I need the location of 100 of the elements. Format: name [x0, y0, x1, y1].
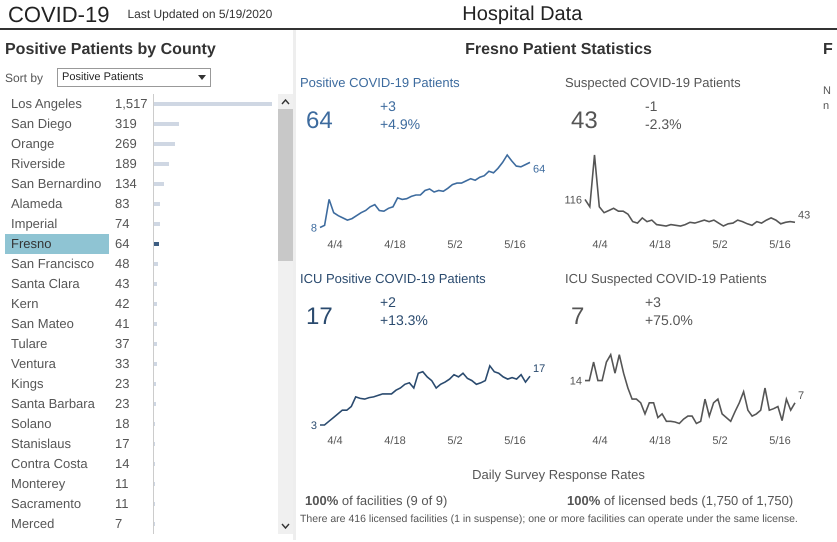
axis-tick-label: 4/4 — [326, 434, 344, 448]
scrollbar-thumb[interactable] — [278, 109, 293, 261]
panel-title: Positive Patients by County — [5, 40, 217, 60]
metric-value: 43 — [570, 106, 599, 136]
county-count: 11 — [114, 475, 130, 494]
axis-tick-label: 4/4 — [326, 238, 344, 252]
start-value-label: 8 — [310, 222, 317, 234]
county-name[interactable]: Tulare — [5, 334, 109, 354]
footnote-text: There are 416 licensed facilities (1 in suspense); one or more facilities can operate under the same license. — [300, 512, 799, 527]
axis-tick-label: 5/16 — [503, 238, 527, 252]
county-count: 18 — [114, 415, 130, 434]
county-name[interactable]: Merced — [5, 514, 109, 534]
response-rate-text: 100% of licensed beds (1,750 of 1,750) — [567, 492, 794, 510]
end-value-label: 43 — [798, 208, 810, 221]
panel-title: F — [823, 40, 834, 60]
caret-icon — [198, 75, 206, 80]
change-percent: -2.3% — [645, 114, 682, 132]
scrollbar[interactable] — [278, 94, 293, 534]
county-name[interactable]: Imperial — [5, 214, 109, 234]
county-count: 37 — [114, 335, 130, 354]
axis-tick-label: 4/18 — [383, 238, 407, 252]
county-name[interactable]: Orange — [5, 134, 109, 154]
county-name[interactable]: Santa Barbara — [5, 394, 109, 414]
county-count: 14 — [114, 455, 130, 474]
county-name[interactable]: Fresno — [5, 234, 109, 254]
county-name[interactable]: Monterey — [5, 474, 109, 494]
county-name[interactable]: Riverside — [5, 154, 109, 174]
county-name[interactable]: San Diego — [5, 114, 109, 134]
county-name[interactable]: Los Angeles — [5, 94, 109, 114]
county-count: 33 — [114, 355, 130, 374]
county-count: 7 — [114, 515, 124, 534]
change-percent: +75.0% — [645, 310, 693, 328]
axis-tick-label: 4/4 — [591, 434, 609, 448]
county-count: 23 — [114, 375, 130, 394]
county-name[interactable]: San Bernardino — [5, 174, 109, 194]
section-title: Fresno Patient Statistics — [464, 40, 653, 60]
start-value-label: 3 — [310, 420, 317, 432]
county-count: 43 — [114, 275, 130, 294]
county-count: 1,517 — [114, 95, 149, 114]
change-value: +2 — [380, 292, 397, 310]
end-value-label: 7 — [798, 389, 804, 402]
county-count: 134 — [114, 175, 138, 194]
last-updated-text: Last Updated on 5/19/2020 — [127, 6, 272, 23]
county-name[interactable]: San Mateo — [5, 314, 109, 334]
chart-title: Suspected COVID-19 Patients — [565, 74, 742, 92]
county-name[interactable]: Santa Clara — [5, 274, 109, 294]
end-value-label: 17 — [533, 362, 546, 375]
county-count: 83 — [114, 195, 130, 214]
chart-title: ICU Suspected COVID-19 Patients — [565, 270, 768, 288]
axis-tick-label: 5/2 — [711, 434, 729, 448]
start-value-label: 14 — [570, 375, 582, 388]
start-value-label: 116 — [565, 194, 582, 206]
county-count: 41 — [114, 315, 130, 334]
chart-title: Positive COVID-19 Patients — [300, 74, 461, 92]
metric-value: 64 — [305, 106, 334, 136]
axis-tick-label: 4/18 — [383, 434, 407, 448]
change-percent: +13.3% — [380, 310, 428, 328]
county-name[interactable]: San Francisco — [5, 254, 109, 274]
app-title: COVID-19 — [8, 0, 110, 28]
axis-tick-label: 5/2 — [446, 434, 464, 448]
axis-tick-label: 5/2 — [446, 238, 464, 252]
change-value: -1 — [645, 96, 658, 114]
county-name[interactable]: Solano — [5, 414, 109, 434]
county-name[interactable]: Ventura — [5, 354, 109, 374]
axis-tick-label: 5/16 — [768, 434, 792, 448]
page-title: Hospital Data — [462, 2, 582, 27]
sort-dropdown[interactable]: Positive Patients — [57, 68, 212, 87]
end-value-label: 64 — [533, 162, 546, 175]
county-count: 74 — [114, 215, 130, 234]
county-name[interactable]: Contra Costa — [5, 454, 109, 474]
change-value: +3 — [645, 292, 662, 310]
county-name[interactable]: Sacramento — [5, 494, 109, 514]
county-count: 23 — [114, 395, 130, 414]
axis-tick-label: 5/16 — [503, 434, 527, 448]
county-name[interactable]: Stanislaus — [5, 434, 109, 454]
axis-tick-label: 4/4 — [591, 238, 609, 252]
county-name[interactable]: Kern — [5, 294, 109, 314]
county-count: 319 — [114, 115, 138, 134]
county-count: 17 — [114, 435, 130, 454]
county-count: 189 — [114, 155, 138, 174]
chart-title: ICU Positive COVID-19 Patients — [300, 270, 487, 288]
county-count: 48 — [114, 255, 130, 274]
axis-tick-label: 4/18 — [648, 434, 672, 448]
response-rate-text: 100% of facilities (9 of 9) — [305, 492, 448, 510]
county-count: 11 — [114, 495, 130, 514]
cut-off-text: N — [823, 84, 832, 99]
county-name[interactable]: Kings — [5, 374, 109, 394]
axis-tick-label: 5/2 — [711, 238, 729, 252]
change-percent: +4.9% — [380, 114, 420, 132]
county-name[interactable]: Alameda — [5, 194, 109, 214]
county-count: 64 — [114, 235, 130, 254]
change-value: +3 — [380, 96, 397, 114]
county-count: 42 — [114, 295, 130, 314]
axis-tick-label: 5/16 — [768, 238, 792, 252]
metric-value: 7 — [570, 302, 586, 332]
metric-value: 17 — [305, 302, 334, 332]
county-count: 269 — [114, 135, 138, 154]
cut-off-text: n — [823, 99, 830, 114]
axis-tick-label: 4/18 — [648, 238, 672, 252]
sort-label: Sort by — [5, 70, 44, 86]
